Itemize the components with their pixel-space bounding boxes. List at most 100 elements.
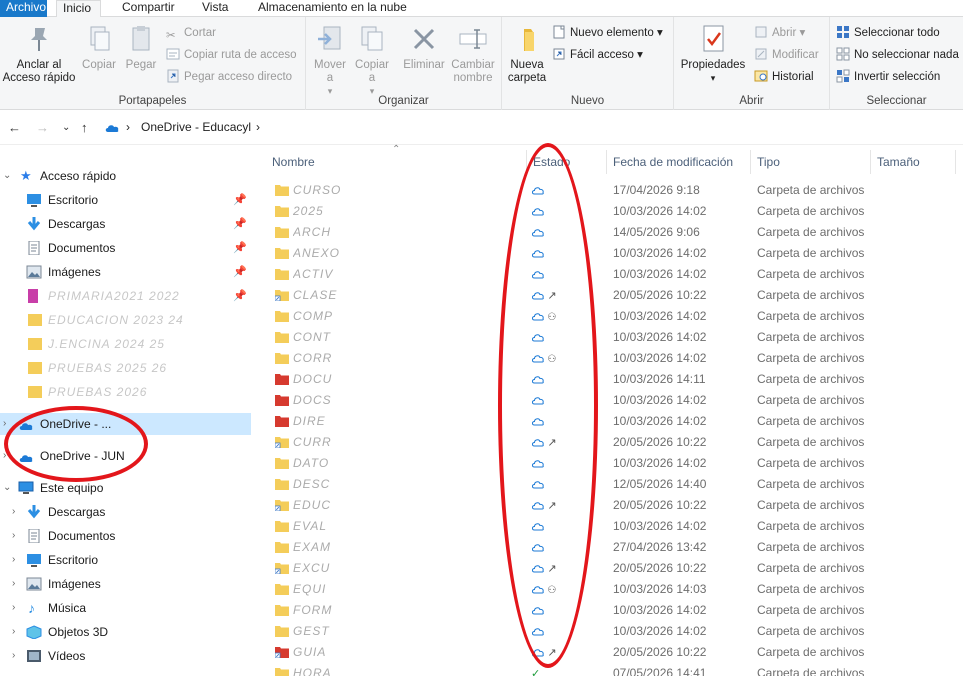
file-name[interactable]: DESC <box>293 474 343 495</box>
nav-quick-documentos[interactable]: Documentos 📌 <box>0 237 251 259</box>
file-name[interactable]: CURR <box>293 432 343 453</box>
table-row[interactable]: CURR ↗ 20/05/2026 10:22 Carpeta de archivo… <box>255 432 963 453</box>
table-row[interactable]: CURSO 17/04/2026 9:18 Carpeta de archivos <box>255 180 963 201</box>
expand-chevron-icon[interactable]: › <box>12 501 22 523</box>
table-row[interactable]: EDUC ↗ 20/05/2026 10:22 Carpeta de archivo… <box>255 495 963 516</box>
file-name[interactable]: HORA <box>293 663 343 676</box>
nav-pc-musica[interactable]: › ♪ Música <box>0 597 251 619</box>
expand-chevron-icon[interactable]: ⌄ <box>3 165 13 187</box>
table-row[interactable]: CONT 10/03/2026 14:02 Carpeta de archivos <box>255 327 963 348</box>
table-row[interactable]: EQUI ⚇ 10/03/2026 14:03 Carpeta de archivo… <box>255 579 963 600</box>
column-header-estado[interactable]: Estado <box>527 152 570 172</box>
nueva-carpeta-button[interactable]: Nueva carpeta <box>504 23 550 85</box>
copiar-ruta-button[interactable]: Copiar ruta de acceso <box>166 45 297 65</box>
pegar-button[interactable]: Pegar <box>120 23 162 72</box>
file-name[interactable]: CURSO <box>293 180 343 201</box>
abrir-button[interactable]: Abrir ▾ <box>754 23 805 43</box>
nav-acceso-rapido[interactable]: ⌄ ★ Acceso rápido <box>0 165 251 187</box>
table-row[interactable]: ACTIV 10/03/2026 14:02 Carpeta de archivos <box>255 264 963 285</box>
table-row[interactable]: 2025 10/03/2026 14:02 Carpeta de archivos <box>255 201 963 222</box>
file-name[interactable]: 2025 <box>293 201 343 222</box>
column-header-tipo[interactable]: Tipo <box>751 152 780 172</box>
seleccionar-todo-button[interactable]: Seleccionar todo <box>836 23 940 43</box>
column-header-tamano[interactable]: Tamaño <box>871 152 920 172</box>
forward-arrow-icon[interactable]: → <box>36 120 49 135</box>
file-name[interactable]: EQUI <box>293 579 343 600</box>
nav-quick-imagenes[interactable]: Imágenes 📌 <box>0 261 251 283</box>
file-name[interactable]: ANEXO <box>293 243 343 264</box>
file-name[interactable]: EVAL <box>293 516 343 537</box>
expand-chevron-icon[interactable]: › <box>12 573 22 595</box>
pegar-acceso-directo-button[interactable]: Pegar acceso directo <box>166 67 292 87</box>
nav-pc-imagenes[interactable]: › Imágenes <box>0 573 251 595</box>
table-row[interactable]: DIRE 10/03/2026 14:02 Carpeta de archivos <box>255 411 963 432</box>
copiar-button[interactable]: Copiar <box>78 23 120 72</box>
table-row[interactable]: EVAL 10/03/2026 14:02 Carpeta de archivos <box>255 516 963 537</box>
up-arrow-icon[interactable]: ↑ <box>81 120 88 135</box>
tab-vista[interactable]: Vista <box>196 0 234 17</box>
file-name[interactable]: ARCH <box>293 222 343 243</box>
tab-archivo[interactable]: Archivo <box>0 0 47 17</box>
file-name[interactable]: CORR <box>293 348 343 369</box>
table-row[interactable]: CLASE ↗ 20/05/2026 10:22 Carpeta de archiv… <box>255 285 963 306</box>
tab-inicio[interactable]: Inicio <box>56 0 101 18</box>
table-row[interactable]: FORM 10/03/2026 14:02 Carpeta de archivos <box>255 600 963 621</box>
back-arrow-icon[interactable]: ← <box>8 120 21 135</box>
file-name[interactable]: DOCS <box>293 390 343 411</box>
expand-chevron-icon[interactable]: ⌄ <box>3 477 13 499</box>
breadcrumb-separator-end[interactable]: › <box>256 120 260 134</box>
table-row[interactable]: CORR ⚇ 10/03/2026 14:02 Carpeta de archivo… <box>255 348 963 369</box>
cortar-button[interactable]: ✂ Cortar <box>166 23 216 43</box>
pin-icon[interactable]: 📌 <box>233 213 247 235</box>
nav-pc-videos[interactable]: › Vídeos <box>0 645 251 667</box>
column-header-nombre[interactable]: Nombre <box>266 152 315 172</box>
nuevo-elemento-button[interactable]: Nuevo elemento ▾ <box>552 23 663 43</box>
expand-chevron-icon[interactable]: › <box>12 621 22 643</box>
invertir-seleccion-button[interactable]: Invertir selección <box>836 67 940 87</box>
table-row[interactable]: GEST 10/03/2026 14:02 Carpeta de archivos <box>255 621 963 642</box>
historial-button[interactable]: Historial <box>754 67 814 87</box>
nav-pc-descargas[interactable]: › Descargas <box>0 501 251 523</box>
table-row[interactable]: EXAM 27/04/2026 13:42 Carpeta de archivos <box>255 537 963 558</box>
table-row[interactable]: DOCU 10/03/2026 14:11 Carpeta de archivos <box>255 369 963 390</box>
file-name[interactable]: EXAM <box>293 537 343 558</box>
file-name[interactable]: CONT <box>293 327 343 348</box>
cambiar-nombre-button[interactable]: Cambiar nombre <box>448 23 498 85</box>
pin-icon[interactable]: 📌 <box>233 261 247 283</box>
nav-blurred-folder-3[interactable]: J.ENCINA 2024 25 <box>0 333 251 355</box>
eliminar-button[interactable]: Eliminar <box>400 23 448 72</box>
table-row[interactable]: DATO 10/03/2026 14:02 Carpeta de archivos <box>255 453 963 474</box>
facil-acceso-button[interactable]: Fácil acceso ▾ <box>552 45 643 65</box>
nav-quick-descargas[interactable]: Descargas 📌 <box>0 213 251 235</box>
expand-chevron-icon[interactable]: › <box>12 645 22 667</box>
recent-locations-chevron-icon[interactable]: ⌄ <box>62 122 70 133</box>
expand-chevron-icon[interactable]: › <box>3 413 13 435</box>
table-row[interactable]: COMP ⚇ 10/03/2026 14:02 Carpeta de archivo… <box>255 306 963 327</box>
nav-quick-escritorio[interactable]: Escritorio 📌 <box>0 189 251 211</box>
file-name[interactable]: DIRE <box>293 411 343 432</box>
table-row[interactable]: EXCU ↗ 20/05/2026 10:22 Carpeta de archivo… <box>255 558 963 579</box>
propiedades-button[interactable]: Propiedades ▾ <box>678 23 748 85</box>
file-name[interactable]: ACTIV <box>293 264 343 285</box>
file-name[interactable]: EDUC <box>293 495 343 516</box>
tab-compartir[interactable]: Compartir <box>116 0 181 17</box>
file-name[interactable]: DOCU <box>293 369 343 390</box>
nav-pc-documentos[interactable]: › Documentos <box>0 525 251 547</box>
table-row[interactable]: DOCS 10/03/2026 14:02 Carpeta de archivos <box>255 390 963 411</box>
table-row[interactable]: ANEXO 10/03/2026 14:02 Carpeta de archivos <box>255 243 963 264</box>
file-name[interactable]: EXCU <box>293 558 343 579</box>
file-name[interactable]: DATO <box>293 453 343 474</box>
expand-chevron-icon[interactable]: › <box>12 549 22 571</box>
file-name[interactable]: FORM <box>293 600 343 621</box>
no-seleccionar-button[interactable]: No seleccionar nada <box>836 45 959 65</box>
table-row[interactable]: DESC 12/05/2026 14:40 Carpeta de archivos <box>255 474 963 495</box>
table-row[interactable]: ARCH 14/05/2026 9:06 Carpeta de archivos <box>255 222 963 243</box>
nav-onedrive-educacyl[interactable]: › OneDrive - ... <box>0 413 251 435</box>
tab-almacenamiento-nube[interactable]: Almacenamiento en la nube <box>252 0 413 17</box>
file-name[interactable]: GEST <box>293 621 343 642</box>
nav-pc-objetos-3d[interactable]: › Objetos 3D <box>0 621 251 643</box>
copiar-a-button[interactable]: Copiar a ▾ <box>352 23 392 98</box>
pin-icon[interactable]: 📌 <box>233 285 247 307</box>
pin-icon[interactable]: 📌 <box>233 189 247 211</box>
pin-icon[interactable]: 📌 <box>233 237 247 259</box>
